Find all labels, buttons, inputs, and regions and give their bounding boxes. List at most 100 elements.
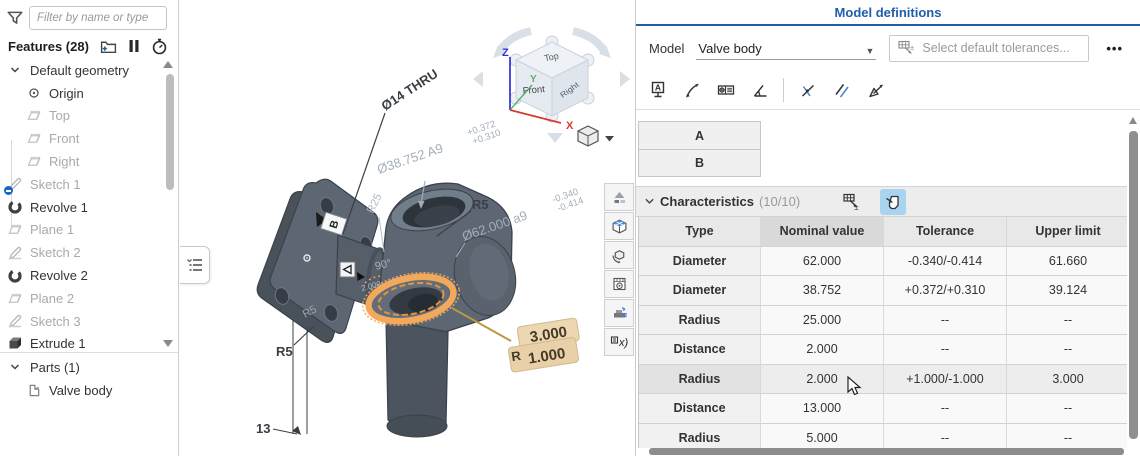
- table-cell-upper[interactable]: --: [1007, 423, 1127, 448]
- suppress-pause-icon[interactable]: [128, 39, 140, 53]
- table-cell-upper[interactable]: --: [1007, 335, 1127, 365]
- col-header-nominal[interactable]: Nominal value: [761, 217, 884, 247]
- chevron-down-icon[interactable]: [7, 361, 23, 373]
- parts-header[interactable]: Parts (1): [0, 356, 178, 379]
- view-cube[interactable]: Top Front Right Z X Y: [473, 27, 630, 143]
- tree-item-right-plane[interactable]: Right: [0, 150, 162, 173]
- table-cell-tolerance[interactable]: --: [884, 335, 1007, 365]
- filter-icon[interactable]: [6, 8, 24, 28]
- chevron-down-icon[interactable]: [7, 64, 23, 76]
- col-header-tolerance[interactable]: Tolerance: [884, 217, 1007, 247]
- dim-r25-label[interactable]: R25: [365, 192, 385, 215]
- table-cell-type[interactable]: Radius: [639, 305, 761, 335]
- appearance-tool-button[interactable]: [604, 183, 634, 211]
- rotate-left-arrow-icon[interactable]: [473, 71, 483, 87]
- apply-tolerances-button[interactable]: ±: [838, 189, 864, 215]
- filter-input[interactable]: [29, 6, 167, 30]
- panel-horizontal-scrollbar[interactable]: [649, 448, 1124, 455]
- panel-scroll-up-arrow[interactable]: [1129, 117, 1137, 124]
- tree-scroll-down-arrow[interactable]: [163, 340, 173, 347]
- table-cell-nominal[interactable]: 13.000: [761, 394, 884, 424]
- table-cell-nominal[interactable]: 5.000: [761, 423, 884, 448]
- tree-item-sketch-3[interactable]: Sketch 3: [0, 310, 162, 333]
- rotate-down-arrow-icon[interactable]: [547, 133, 563, 143]
- table-cell-tolerance[interactable]: +0.372/+0.310: [884, 276, 1007, 306]
- table-cell-tolerance-selected[interactable]: +1.000/-1.000: [884, 364, 1007, 394]
- table-cell-upper-selected[interactable]: 3.000: [1007, 364, 1127, 394]
- view-options-button[interactable]: [577, 125, 614, 147]
- named-views-button[interactable]: [604, 212, 634, 240]
- tree-item-plane-2[interactable]: Plane 2: [0, 287, 162, 310]
- table-cell-upper[interactable]: 39.124: [1007, 276, 1127, 306]
- datum-target-tool-button[interactable]: [861, 75, 890, 104]
- machine-export-button[interactable]: [604, 299, 634, 327]
- rotate-right-arrow-icon[interactable]: [620, 71, 630, 87]
- rotate-view-button[interactable]: [604, 241, 634, 269]
- part-item-valve-body[interactable]: Valve body: [0, 379, 178, 402]
- 3d-scene[interactable]: Top Front Right Z X Y B Ø14 THRU R5 Ø38.…: [180, 0, 635, 456]
- table-cell-type[interactable]: Diameter: [639, 246, 761, 276]
- 3d-viewport[interactable]: Top Front Right Z X Y B Ø14 THRU R5 Ø38.…: [180, 0, 635, 456]
- tree-item-revolve-2[interactable]: Revolve 2: [0, 264, 162, 287]
- table-cell-tolerance[interactable]: --: [884, 305, 1007, 335]
- tree-item-revolve-1[interactable]: Revolve 1: [0, 196, 162, 219]
- snapshot-button[interactable]: [604, 270, 634, 298]
- tree-item-front-plane[interactable]: Front: [0, 127, 162, 150]
- geometric-tolerance-tool-button[interactable]: [711, 75, 740, 104]
- table-cell-upper[interactable]: --: [1007, 305, 1127, 335]
- tree-item-origin[interactable]: Origin: [0, 82, 162, 105]
- panel-menu-button[interactable]: •••: [1106, 41, 1127, 56]
- table-cell-type[interactable]: Diameter: [639, 276, 761, 306]
- tree-item-sketch-1[interactable]: Sketch 1: [0, 173, 162, 196]
- view-options-caret-icon[interactable]: [605, 136, 614, 142]
- panel-vertical-scrollbar[interactable]: [1129, 131, 1138, 439]
- feature-list-flyout-handle[interactable]: [180, 246, 210, 284]
- valve-body-model[interactable]: B: [256, 178, 524, 438]
- insert-folder-icon[interactable]: [100, 39, 117, 54]
- col-header-type[interactable]: Type: [639, 217, 761, 247]
- table-cell-type[interactable]: Radius: [639, 423, 761, 448]
- table-cell-upper[interactable]: 61.660: [1007, 246, 1127, 276]
- col-header-upper[interactable]: Upper limit: [1007, 217, 1127, 247]
- datum-row-b[interactable]: B: [639, 149, 760, 176]
- model-dropdown[interactable]: Valve body ▼: [696, 36, 877, 60]
- intersection-tool-button[interactable]: [793, 75, 822, 104]
- table-cell-nominal-selected[interactable]: 2.000: [761, 364, 884, 394]
- table-cell-nominal[interactable]: 62.000: [761, 246, 884, 276]
- angle-dimension-tool-button[interactable]: [745, 75, 774, 104]
- table-cell-nominal[interactable]: 38.752: [761, 276, 884, 306]
- tree-item-plane-1[interactable]: Plane 1: [0, 219, 162, 242]
- tree-scroll-up-arrow[interactable]: [163, 61, 173, 68]
- table-cell-tolerance[interactable]: -0.340/-0.414: [884, 246, 1007, 276]
- datum-label-tool-button[interactable]: A: [643, 75, 672, 104]
- datum-row-a[interactable]: A: [639, 122, 760, 149]
- table-cell-nominal[interactable]: 25.000: [761, 305, 884, 335]
- parallelism-tool-button[interactable]: [827, 75, 856, 104]
- tree-scrollbar[interactable]: [166, 74, 174, 190]
- table-cell-type-selected[interactable]: Radius: [639, 364, 761, 394]
- dim-13[interactable]: 13: [256, 320, 308, 436]
- featurescript-notices-button[interactable]: x): [604, 328, 634, 356]
- dim-hole-label[interactable]: Ø14 THRU: [378, 66, 440, 114]
- chevron-down-icon[interactable]: [644, 196, 655, 207]
- tree-item-top-plane[interactable]: Top: [0, 105, 162, 128]
- table-cell-type[interactable]: Distance: [639, 335, 761, 365]
- tree-item-default-geometry[interactable]: Default geometry: [0, 59, 162, 82]
- table-cell-upper[interactable]: --: [1007, 394, 1127, 424]
- callout-tool-button[interactable]: [677, 75, 706, 104]
- spin-cw-arrow-icon[interactable]: [572, 27, 608, 54]
- rollback-history-icon[interactable]: [151, 38, 168, 55]
- cube-front-label[interactable]: Front: [522, 84, 545, 97]
- table-cell-tolerance[interactable]: --: [884, 423, 1007, 448]
- radius-tolerance-tag[interactable]: 3.000 1.000 R: [505, 317, 583, 373]
- default-tolerances-button[interactable]: ± Select default tolerances...: [889, 34, 1090, 62]
- dim-d38-label[interactable]: Ø38.752 A9 +0.372 +0.310: [374, 118, 502, 180]
- table-cell-type[interactable]: Distance: [639, 394, 761, 424]
- dim-r5-top-label[interactable]: R5: [472, 197, 489, 212]
- export-characteristics-button[interactable]: [880, 188, 907, 215]
- table-cell-tolerance[interactable]: --: [884, 394, 1007, 424]
- panel-title[interactable]: Model definitions: [835, 5, 942, 20]
- dim-r5-bottom-label[interactable]: R5: [276, 344, 293, 359]
- tree-item-sketch-2[interactable]: Sketch 2: [0, 241, 162, 264]
- table-cell-nominal[interactable]: 2.000: [761, 335, 884, 365]
